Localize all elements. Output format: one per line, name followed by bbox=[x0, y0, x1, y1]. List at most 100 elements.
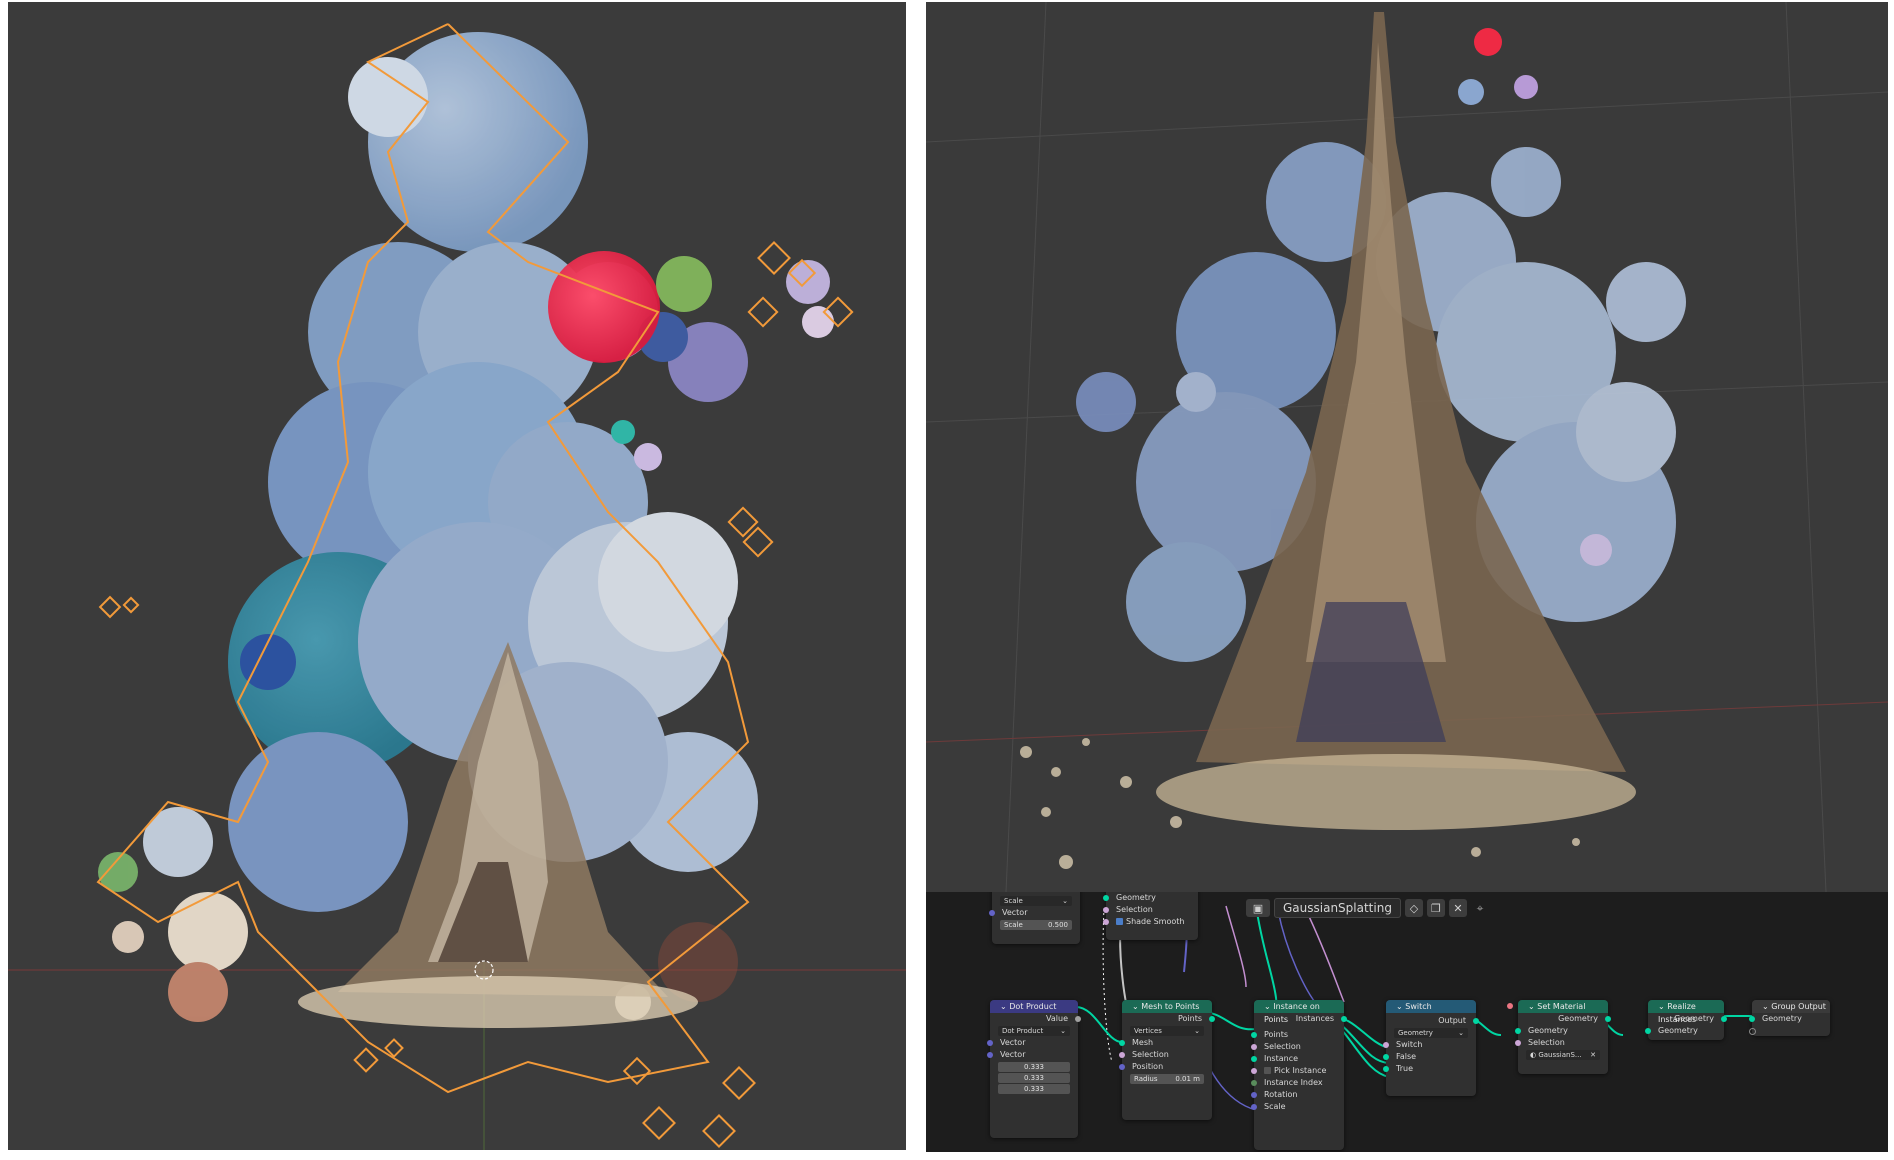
socket[interactable] bbox=[1473, 1018, 1479, 1024]
socket[interactable] bbox=[1251, 1104, 1257, 1110]
socket[interactable] bbox=[1119, 1052, 1125, 1058]
close-icon[interactable]: ✕ bbox=[1448, 899, 1467, 917]
radius-field[interactable]: Radius 0.01 m bbox=[1130, 1074, 1204, 1084]
vector-input-1: Vector bbox=[987, 1037, 1078, 1049]
node-header[interactable]: ⌄ Dot Product bbox=[990, 1000, 1078, 1013]
switch-input: Switch bbox=[1383, 1039, 1476, 1051]
node-dot-product[interactable]: ⌄ Dot Product Value Dot Product ⌄ Vector … bbox=[987, 1000, 1081, 1138]
right-3d-viewport[interactable] bbox=[926, 2, 1888, 892]
node-mesh-to-points[interactable]: ⌄ Mesh to Points Points Vertices ⌄ Mesh S… bbox=[1119, 1000, 1215, 1120]
socket[interactable] bbox=[987, 1040, 993, 1046]
checkbox-icon[interactable] bbox=[1116, 918, 1123, 925]
socket[interactable] bbox=[1515, 1040, 1521, 1046]
mode-value: Vertices bbox=[1134, 1027, 1162, 1035]
chevron-down-icon: ⌄ bbox=[1458, 1029, 1464, 1037]
socket[interactable] bbox=[1075, 1016, 1081, 1022]
socket[interactable] bbox=[1251, 1068, 1257, 1074]
socket[interactable] bbox=[1383, 1042, 1389, 1048]
pin-icon[interactable]: ⌖ bbox=[1471, 899, 1489, 917]
socket[interactable] bbox=[1645, 1028, 1651, 1034]
checkbox-icon[interactable] bbox=[1264, 1067, 1271, 1074]
socket[interactable] bbox=[1119, 1040, 1125, 1046]
socket[interactable] bbox=[1251, 1032, 1257, 1038]
scale-dropdown[interactable]: Scale ⌄ bbox=[1000, 896, 1072, 906]
socket[interactable] bbox=[1341, 1016, 1347, 1022]
socket[interactable] bbox=[1721, 1016, 1727, 1022]
socket[interactable] bbox=[1507, 1003, 1513, 1009]
scale-field-value: 0.500 bbox=[1047, 921, 1068, 929]
socket[interactable] bbox=[1103, 919, 1109, 925]
close-icon[interactable]: ✕ bbox=[1590, 1050, 1596, 1060]
socket[interactable] bbox=[1515, 1028, 1521, 1034]
geometry-input: Geometry bbox=[1103, 892, 1198, 904]
chevron-down-icon: ⌄ bbox=[1762, 1002, 1772, 1011]
node-instance-on-points[interactable]: ⌄ Instance on Points Instances Points Se… bbox=[1251, 1000, 1347, 1150]
false-input: False bbox=[1383, 1051, 1476, 1063]
type-dropdown[interactable]: Geometry ⌄ bbox=[1394, 1028, 1468, 1038]
node-set-material[interactable]: ⌄ Set Material Geometry Geometry Selecti… bbox=[1507, 1000, 1611, 1074]
node-scale-partial[interactable]: Scale ⌄ Vector Scale 0.500 bbox=[989, 892, 1080, 944]
socket[interactable] bbox=[1103, 907, 1109, 913]
node-switch[interactable]: ⌄ Switch Output Geometry ⌄ Switch False T… bbox=[1383, 1000, 1479, 1096]
vector-input-2: Vector bbox=[987, 1049, 1078, 1061]
mode-dropdown[interactable]: Vertices ⌄ bbox=[1130, 1026, 1204, 1036]
node-header[interactable]: ⌄ Instance on Points bbox=[1254, 1000, 1344, 1024]
operation-value: Dot Product bbox=[1002, 1027, 1044, 1035]
socket[interactable] bbox=[1119, 1064, 1125, 1070]
node-header[interactable]: ⌄ Group Output bbox=[1752, 1000, 1830, 1013]
true-input: True bbox=[1383, 1063, 1476, 1075]
shield-icon[interactable]: ◇ bbox=[1404, 899, 1423, 917]
node-group-name[interactable]: GaussianSplatting bbox=[1274, 898, 1401, 918]
scale-field[interactable]: Scale 0.500 bbox=[1000, 920, 1072, 930]
chevron-down-icon: ⌄ bbox=[1062, 897, 1068, 905]
mesh-input: Mesh bbox=[1119, 1037, 1212, 1049]
socket[interactable] bbox=[1605, 1016, 1611, 1022]
node-realize-instances[interactable]: ⌄ Realize Instances Geometry Geometry bbox=[1645, 1000, 1727, 1040]
material-field[interactable]: ◐ GaussianS... ✕ bbox=[1507, 1003, 1600, 1060]
node-group-output[interactable]: ⌄ Group Output Geometry bbox=[1749, 1000, 1830, 1036]
node-editor-icon[interactable]: ▣ bbox=[1246, 899, 1270, 917]
switch-label: Switch bbox=[1396, 1040, 1423, 1049]
vector-y-field[interactable]: 0.333 bbox=[998, 1073, 1070, 1083]
socket[interactable] bbox=[1209, 1016, 1215, 1022]
vector-y-value: 0.333 bbox=[1023, 1074, 1045, 1082]
selection-input: Selection bbox=[1103, 904, 1198, 916]
socket[interactable] bbox=[1251, 1044, 1257, 1050]
socket[interactable] bbox=[989, 910, 995, 916]
geometry-input: Geometry bbox=[1515, 1025, 1608, 1037]
node-title: Group Output bbox=[1771, 1002, 1826, 1011]
node-header[interactable]: ⌄ Set Material bbox=[1518, 1000, 1608, 1013]
socket[interactable] bbox=[1749, 1028, 1756, 1035]
selection-label: Selection bbox=[1528, 1038, 1565, 1047]
node-header[interactable]: ⌄ Switch bbox=[1386, 1000, 1476, 1013]
socket[interactable] bbox=[1103, 895, 1109, 901]
scale-field-label: Scale bbox=[1004, 921, 1023, 929]
node-set-shade-smooth-partial[interactable]: Geometry Selection Shade Smooth bbox=[1103, 892, 1198, 940]
socket[interactable] bbox=[1383, 1066, 1389, 1072]
socket[interactable] bbox=[1251, 1080, 1257, 1086]
vector-x-field[interactable]: 0.333 bbox=[998, 1062, 1070, 1072]
node-header[interactable]: ⌄ Realize Instances bbox=[1648, 1000, 1724, 1024]
socket[interactable] bbox=[1251, 1056, 1257, 1062]
left-3d-viewport[interactable] bbox=[8, 2, 906, 1150]
shade-smooth-input[interactable]: Shade Smooth bbox=[1103, 916, 1198, 928]
socket[interactable] bbox=[987, 1052, 993, 1058]
socket[interactable] bbox=[1383, 1054, 1389, 1060]
operation-dropdown[interactable]: Dot Product ⌄ bbox=[998, 1026, 1070, 1036]
instances-output: Instances bbox=[1254, 1013, 1347, 1025]
socket[interactable] bbox=[1251, 1092, 1257, 1098]
geometry-label: Geometry bbox=[1762, 1014, 1802, 1023]
geometry-input: Geometry bbox=[1645, 1025, 1724, 1037]
pick-instance-input[interactable]: Pick Instance bbox=[1251, 1065, 1344, 1077]
vector-label: Vector bbox=[1000, 1038, 1026, 1047]
chevron-down-icon: ⌄ bbox=[1658, 1002, 1668, 1011]
socket[interactable] bbox=[1749, 1016, 1755, 1022]
chevron-down-icon: ⌄ bbox=[1528, 1002, 1538, 1011]
chevron-down-icon: ⌄ bbox=[1000, 1002, 1010, 1011]
node-header[interactable]: ⌄ Mesh to Points bbox=[1122, 1000, 1212, 1013]
points-output: Points bbox=[1122, 1013, 1215, 1025]
duplicate-icon[interactable]: ❐ bbox=[1426, 899, 1445, 917]
splat-render-right bbox=[926, 2, 1888, 892]
geometry-node-editor[interactable]: ▣ GaussianSplatting ◇ ❐ ✕ ⌖ Scale ⌄ Vecto… bbox=[926, 892, 1888, 1152]
vector-z-field[interactable]: 0.333 bbox=[998, 1084, 1070, 1094]
